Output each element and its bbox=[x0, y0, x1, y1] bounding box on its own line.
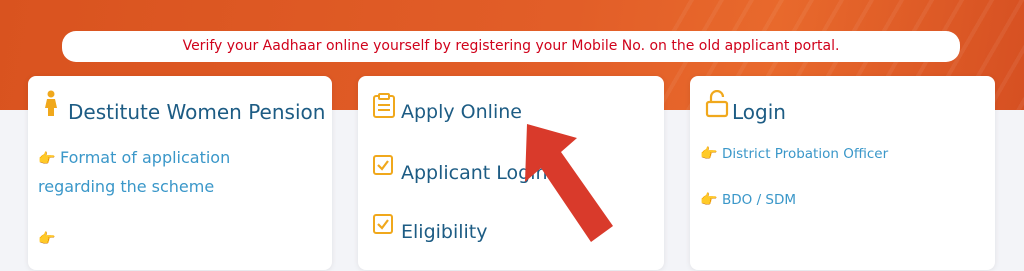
pointing-hand-icon: 👉 bbox=[38, 231, 56, 247]
apply-card: Apply Online Applicant Login Eligibility bbox=[358, 76, 664, 270]
verify-aadhaar-notice[interactable]: Verify your Aadhaar online yourself by r… bbox=[62, 31, 960, 62]
bdo-sdm-link[interactable]: 👉 BDO / SDM bbox=[700, 186, 796, 214]
eligibility-link[interactable]: Eligibility bbox=[401, 221, 488, 243]
applicant-login-link[interactable]: Applicant Login bbox=[401, 162, 548, 184]
woman-icon bbox=[45, 90, 57, 116]
scheme-card: Destitute Women Pension 👉 Format of appli… bbox=[28, 76, 332, 270]
login-title: Login bbox=[732, 100, 786, 124]
login-card: Login 👉 District Probation Officer 👉 BDO /… bbox=[690, 76, 995, 270]
checkbox-icon bbox=[373, 214, 393, 234]
bdo-sdm-label: BDO / SDM bbox=[722, 192, 797, 208]
form-icon bbox=[373, 93, 395, 118]
application-format-link[interactable]: 👉 Format of application regarding the sch… bbox=[38, 144, 298, 201]
scheme-title: Destitute Women Pension bbox=[68, 100, 326, 124]
pointing-hand-icon: 👉 bbox=[700, 146, 718, 162]
district-probation-officer-link[interactable]: 👉 District Probation Officer bbox=[700, 140, 888, 168]
checkbox-icon bbox=[373, 155, 393, 175]
application-format-label: Format of application regarding the sche… bbox=[38, 148, 231, 196]
apply-online-link[interactable]: Apply Online bbox=[401, 101, 522, 123]
pointing-hand-icon: 👉 bbox=[38, 151, 56, 167]
scheme-secondary-link[interactable]: 👉 bbox=[38, 224, 60, 253]
district-probation-officer-label: District Probation Officer bbox=[722, 146, 889, 162]
lock-icon bbox=[705, 90, 729, 118]
pointing-hand-icon: 👉 bbox=[700, 192, 718, 208]
